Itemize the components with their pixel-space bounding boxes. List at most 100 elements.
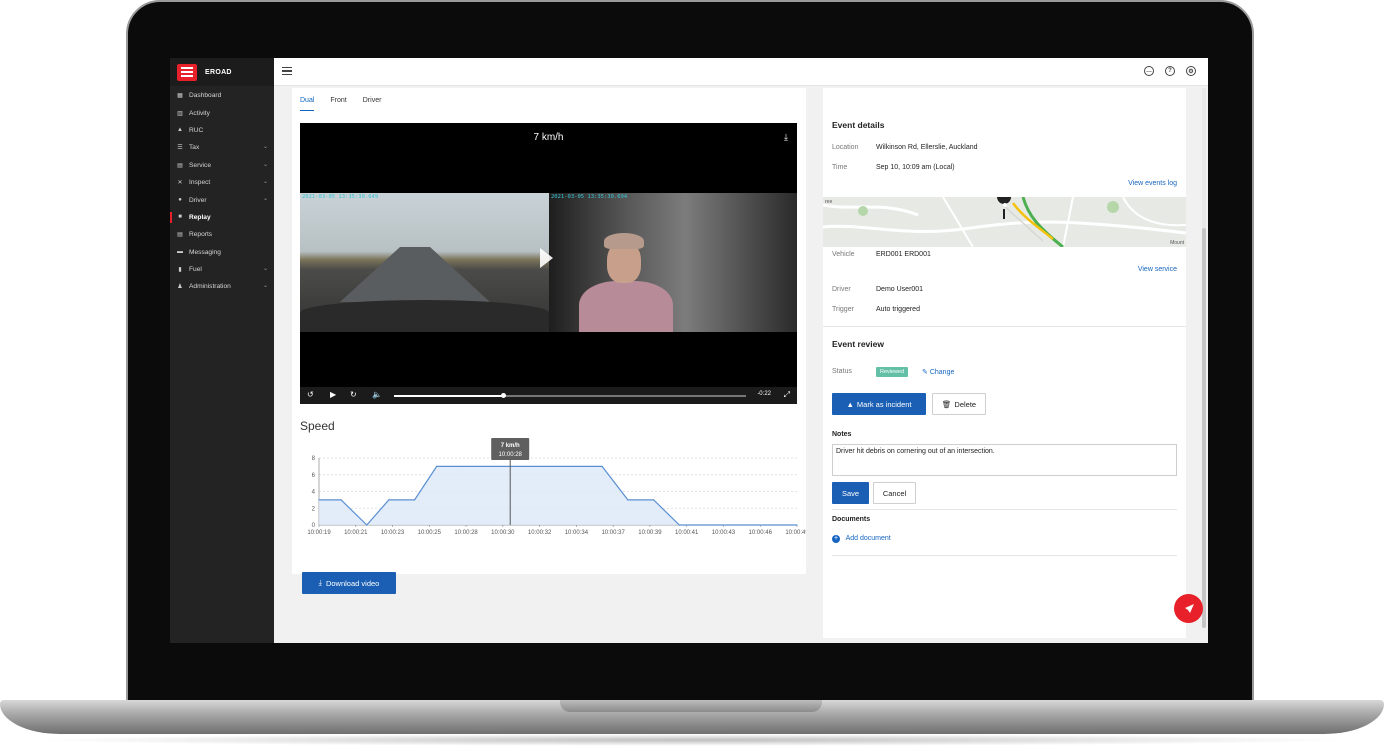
speed-chart[interactable]: 0 2 4 6 8 10:00:19 10:00:21 10:00:23 10:00:25 10:… (292, 438, 806, 538)
tax-icon: ☰ (177, 145, 183, 152)
time-row: Time Sep 10, 10:09 am (Local) (832, 164, 955, 171)
fullscreen-icon[interactable]: ⤢ (784, 390, 790, 400)
eroad-logo (177, 63, 197, 81)
download-video-button[interactable]: ⤓ Download video (302, 572, 396, 594)
driver-body (579, 281, 673, 332)
video-player[interactable]: 7 km/h ⤓ 2021-03-05 13:35:30.649 2021-03… (300, 123, 797, 404)
driver-timestamp: 2021-03-05 13:35:30.694 (551, 194, 628, 200)
event-review-title: Event review (832, 339, 884, 349)
video-progress-fill (394, 395, 504, 397)
tab-driver[interactable]: Driver (363, 97, 382, 111)
view-service-link[interactable]: View service (1138, 266, 1177, 273)
notes-textarea[interactable]: Driver hit debris on cornering out of an… (832, 444, 1177, 476)
download-icon: ⤓ (318, 578, 322, 587)
location-row: Location Wilkinson Rd, Ellerslie, Auckla… (832, 144, 978, 151)
speed-point (340, 499, 342, 501)
trigger-value: Auto triggered (876, 306, 920, 313)
video-download-icon[interactable]: ⤓ (784, 132, 788, 143)
sidebar-item-label: Driver (189, 196, 207, 204)
cancel-button[interactable]: Cancel (873, 482, 916, 504)
add-document-link[interactable]: + Add document (832, 535, 891, 543)
chat-icon[interactable]: … (1144, 66, 1154, 76)
trigger-label: Trigger (832, 306, 854, 313)
app-screen: EROAD ▦ Dashboard ▥ Activity ▲ RUC ☰ Tax ⌄ ▤ Servi… (170, 58, 1208, 643)
event-details-title: Event details (832, 120, 885, 130)
driver-camera-frame: 2021-03-05 13:35:30.694 (549, 193, 797, 332)
event-map[interactable]: ree Mount (823, 197, 1186, 247)
video-speed-readout: 7 km/h (533, 132, 564, 143)
location-label: Location (832, 144, 859, 151)
map-graphic (823, 197, 1186, 247)
location-value: Wilkinson Rd, Ellerslie, Auckland (876, 144, 978, 151)
brand[interactable]: EROAD (170, 58, 274, 86)
x-tick-label: 10:00:19 (307, 530, 331, 536)
section-divider (823, 326, 1186, 327)
video-progress-bar[interactable] (394, 393, 746, 398)
video-controls: ↺ ▶ ↻ 🔈 -0:22 ⤢ (300, 387, 797, 404)
sidebar-item-tax[interactable]: ☰ Tax ⌄ (170, 139, 274, 156)
sidebar-item-label: Messaging (189, 248, 221, 256)
delete-button[interactable]: 🗑 Delete (932, 393, 986, 415)
sidebar-item-replay[interactable]: ■ Replay (170, 209, 274, 226)
y-tick-label: 8 (312, 456, 316, 462)
sidebar-item-service[interactable]: ▤ Service ⌄ (170, 157, 274, 174)
video-progress-knob[interactable] (500, 393, 506, 398)
rocket-icon (1184, 603, 1194, 613)
scrollbar-thumb[interactable] (1202, 228, 1206, 628)
sidebar-item-messaging[interactable]: ▬ Messaging (170, 244, 274, 261)
speed-point (318, 499, 320, 501)
menu-toggle-icon[interactable] (282, 67, 292, 75)
rewind-icon[interactable]: ↺ (307, 390, 314, 399)
y-tick-label: 0 (312, 523, 316, 529)
sidebar-item-label: Administration (189, 283, 231, 291)
help-icon[interactable]: ? (1165, 66, 1175, 76)
messaging-icon: ▬ (177, 249, 183, 256)
sidebar-item-fuel[interactable]: ▮ Fuel ⌄ (170, 261, 274, 278)
driver-icon: ● (178, 197, 182, 204)
change-label: Change (929, 369, 955, 376)
speed-point (436, 465, 438, 467)
save-button[interactable]: Save (832, 482, 869, 504)
tab-front[interactable]: Front (330, 97, 346, 111)
chevron-down-icon: ⌄ (262, 265, 268, 272)
documents-label: Documents (832, 516, 871, 523)
sidebar-item-activity[interactable]: ▥ Activity (170, 104, 274, 121)
sidebar-item-dashboard[interactable]: ▦ Dashboard (170, 87, 274, 104)
trash-icon: 🗑 (941, 399, 952, 409)
sidebar-item-driver[interactable]: ● Driver ⌄ (170, 191, 274, 208)
sidebar-item-reports[interactable]: ▤ Reports (170, 226, 274, 243)
fuel-icon: ▮ (178, 267, 182, 274)
scrollbar[interactable] (1202, 88, 1206, 628)
mark-as-incident-button[interactable]: ▲ Mark as incident (832, 393, 926, 415)
play-overlay-icon[interactable] (540, 248, 553, 268)
add-document-label: Add document (845, 535, 891, 542)
volume-icon[interactable]: 🔈 (372, 390, 382, 399)
tab-dual[interactable]: Dual (300, 97, 315, 111)
gear-icon[interactable]: ⚙ (1186, 66, 1196, 76)
view-events-log-link[interactable]: View events log (1128, 180, 1177, 187)
y-tick-label: 6 (312, 473, 316, 479)
top-bar: … ? ⚙ (274, 58, 1208, 86)
status-badge: Reviewed (876, 367, 909, 377)
sidebar-item-ruc[interactable]: ▲ RUC (170, 122, 274, 139)
forward-icon[interactable]: ↻ (350, 390, 357, 399)
event-details-panel: Event details Location Wilkinson Rd, Ell… (823, 88, 1186, 638)
x-tick-label: 10:00:37 (601, 530, 625, 536)
sidebar-item-inspect[interactable]: ✕ Inspect ⌄ (170, 174, 274, 191)
sidebar-item-administration[interactable]: ♟ Administration ⌄ (170, 278, 274, 295)
dashboard-icon: ▦ (177, 93, 183, 100)
tooltip-time: 10:00:28 (499, 452, 523, 458)
play-icon[interactable]: ▶ (330, 390, 336, 399)
x-tick-label: 10:00:41 (675, 530, 699, 536)
speed-point (414, 499, 416, 501)
status-row: Status (832, 368, 876, 375)
laptop-notch (560, 700, 822, 712)
change-status-link[interactable]: ✎ Change (922, 368, 954, 376)
speed-title: Speed (300, 419, 335, 433)
trigger-row: Trigger Auto triggered (832, 306, 920, 313)
help-launcher-button[interactable] (1174, 594, 1203, 623)
brand-name: EROAD (205, 68, 232, 76)
vehicle-value: ERD001 ERD001 (876, 251, 931, 258)
driver-cap (604, 233, 644, 249)
plus-circle-icon: + (832, 535, 840, 543)
